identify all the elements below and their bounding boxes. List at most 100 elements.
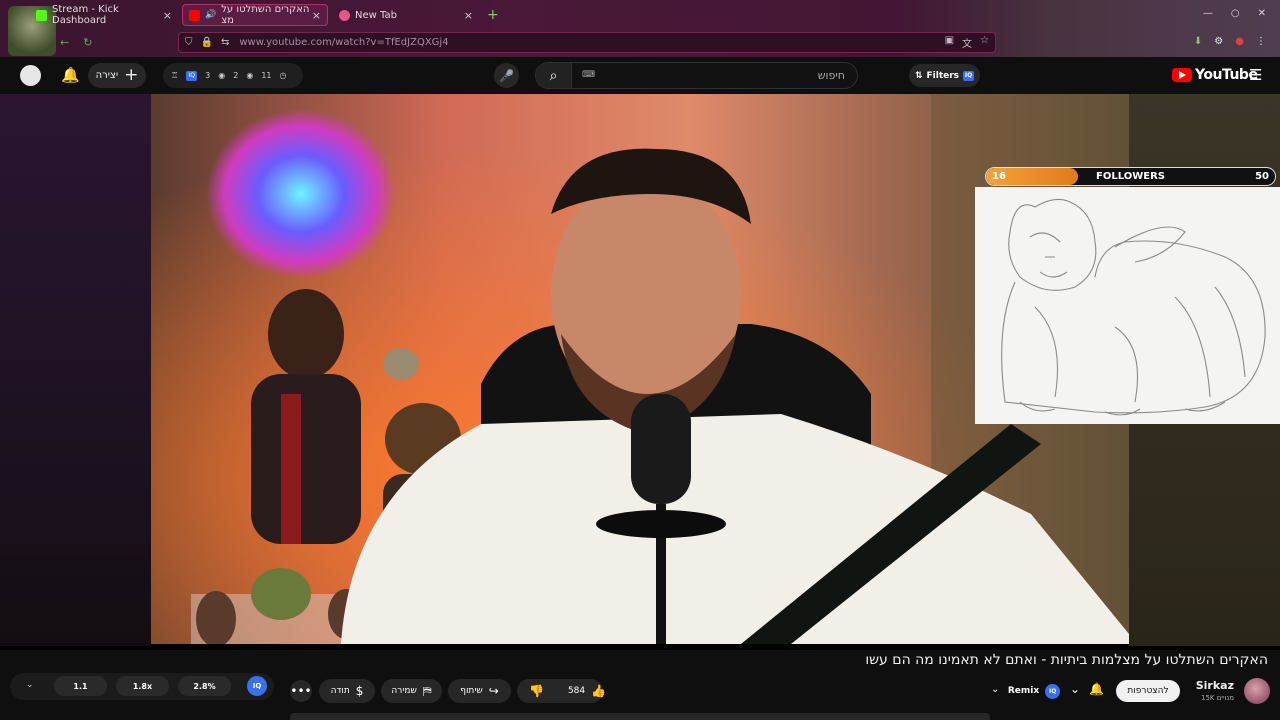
channel-avatar[interactable] [1244, 678, 1270, 704]
followers-label: FOLLOWERS [1096, 171, 1165, 182]
chevron-down-icon[interactable]: ⌄ [1070, 682, 1080, 696]
cat-sketch-drawing [1001, 198, 1266, 416]
download-icon[interactable]: ⬇ [1194, 36, 1202, 47]
translate-icon[interactable]: 文 [962, 35, 972, 50]
address-bar-right-icons: ▣ 文 ☆ [945, 35, 989, 50]
address-bar[interactable]: ⛉ 🔒 ⇆ www.youtube.com/watch?v=TfEdJZQXGj… [178, 32, 996, 53]
followers-goal: 50 [1255, 171, 1269, 182]
eye-icon: ◉ [218, 71, 226, 80]
back-arrow-icon[interactable]: ← [60, 36, 69, 49]
keyboard-icon[interactable]: ⌨ [582, 70, 595, 80]
menu-hamburger-icon[interactable]: ☰ [1249, 66, 1262, 84]
share-label: שיתוף [460, 686, 483, 696]
address-bar-left-icons: ⛉ 🔒 ⇆ [179, 37, 229, 48]
trophy-icon: ♖ [171, 71, 179, 80]
youtube-play-icon [1172, 68, 1192, 82]
eye-icon: ◉ [246, 71, 254, 80]
search-bar[interactable]: ⌕ ⌨ חיפוש [535, 62, 858, 89]
tab-kick-dashboard[interactable]: Stream - Kick Dashboard × [30, 4, 178, 26]
channel-name[interactable]: Sirkaz [1196, 679, 1234, 692]
followers-goal-bar: 16 FOLLOWERS 50 [985, 167, 1276, 186]
account-avatar[interactable] [20, 65, 41, 86]
maximize-icon[interactable]: ○ [1231, 8, 1240, 19]
stat-views-a: 3 [205, 71, 211, 80]
search-input[interactable]: חיפוש [818, 69, 845, 82]
channel-subscribers: 15K מנויים [1201, 694, 1234, 702]
extensions-menu-icon[interactable]: ⋮ [1256, 36, 1266, 47]
new-tab-favicon-icon [339, 9, 350, 21]
minimize-icon[interactable]: — [1203, 8, 1213, 19]
bookmark-icon: ⛿ [422, 683, 432, 698]
more-actions-button[interactable]: ••• [290, 680, 312, 702]
like-icon[interactable]: 👍 [591, 684, 606, 698]
iq-badge-icon: IQ [1045, 683, 1061, 699]
save-label: שמירה [391, 686, 417, 696]
youtube-header: 🔔 יצירה + ♖ IQ 3 ◉ 2 ◉ 11 ◷ 🎤 ⌕ ⌨ חיפוש … [0, 57, 1280, 94]
voice-search-mic-icon[interactable]: 🎤 [494, 63, 519, 88]
super-thanks-icon: $ [355, 684, 364, 698]
clock-icon: ◷ [279, 71, 287, 80]
share-arrow-icon: ↪ [488, 684, 499, 698]
like-dislike-group: 👎 584 👍 [517, 679, 606, 703]
tab-strip: Stream - Kick Dashboard × 🔊 האקרים השתלט… [0, 0, 1280, 30]
tab-close-icon[interactable]: × [163, 9, 172, 22]
remix-label: Remix [1007, 686, 1040, 696]
chevron-down-icon[interactable]: ⌄ [26, 680, 34, 690]
tab-close-icon[interactable]: × [464, 9, 473, 22]
kick-favicon-icon [36, 9, 47, 21]
tab-close-icon[interactable]: × [312, 9, 321, 22]
speed-chip-2[interactable]: 1.8x [116, 676, 169, 696]
extension-stats[interactable]: ♖ IQ 3 ◉ 2 ◉ 11 ◷ [163, 63, 303, 88]
tab-title: האקרים השתלטו על מצ [221, 4, 310, 26]
chevron-down-icon[interactable]: ⌄ [991, 684, 999, 695]
picture-in-picture-icon[interactable]: ▣ [945, 35, 954, 50]
tab-new-tab[interactable]: New Tab × [333, 4, 479, 26]
nav-buttons: ← ↻ [60, 36, 92, 49]
iq-badge-icon: IQ [963, 70, 975, 81]
share-button[interactable]: שיתוף ↪ [448, 679, 511, 703]
reload-icon[interactable]: ↻ [83, 36, 92, 49]
lock-icon[interactable]: 🔒 [201, 37, 213, 48]
audio-playing-icon[interactable]: 🔊 [205, 10, 216, 20]
browser-chrome: Stream - Kick Dashboard × 🔊 האקרים השתלט… [0, 0, 1280, 57]
video-title: האקרים השתלטו על מצלמות ביתיות - ואתם לא… [865, 652, 1268, 668]
speed-chip-1[interactable]: 1.1 [54, 676, 107, 696]
filters-button[interactable]: ⇅ Filters IQ [909, 64, 980, 87]
extension-icons: ⬇ ⚙ ● ⋮ [1194, 36, 1266, 47]
site-settings-icon[interactable]: ⇆ [221, 37, 229, 48]
tab-title: Stream - Kick Dashboard [52, 4, 119, 26]
stat-views-b: 2 [233, 71, 239, 80]
record-icon[interactable]: ● [1235, 36, 1244, 47]
youtube-logo[interactable]: YouTube [1172, 67, 1258, 83]
ambient-left [0, 94, 151, 646]
plus-icon: + [124, 65, 139, 85]
notification-bell-icon[interactable]: 🔔 [1089, 682, 1104, 696]
description-box-edge[interactable] [290, 713, 990, 720]
youtube-favicon-icon [189, 9, 200, 21]
stat-time: 11 [261, 71, 272, 80]
url-text[interactable]: www.youtube.com/watch?v=TfEdJZQXGj4 [239, 37, 448, 48]
bookmark-star-icon[interactable]: ☆ [980, 35, 989, 50]
window-controls: — ○ ✕ [1203, 8, 1266, 19]
filter-icon: ⇅ [914, 70, 923, 81]
speed-chip-3[interactable]: 2.8% [178, 676, 231, 696]
shield-icon[interactable]: ⛉ [185, 37, 193, 48]
extension-icon[interactable]: ⚙ [1214, 36, 1223, 47]
save-button[interactable]: שמירה ⛿ [381, 679, 442, 703]
like-count[interactable]: 584 [568, 686, 585, 696]
iq-extension-icon[interactable]: IQ [247, 676, 267, 696]
remix-button[interactable]: Remix IQ [1006, 679, 1062, 703]
create-button[interactable]: יצירה + [88, 63, 146, 88]
join-button[interactable]: להצטרפות [1116, 680, 1180, 702]
filters-label: Filters [926, 70, 960, 81]
close-window-icon[interactable]: ✕ [1258, 8, 1266, 19]
pencil-sketch-overlay [975, 187, 1280, 424]
new-tab-button[interactable]: + [487, 7, 499, 23]
thanks-button[interactable]: תודה $ [319, 679, 375, 703]
dislike-icon[interactable]: 👎 [529, 684, 544, 698]
tab-youtube-video[interactable]: 🔊 האקרים השתלטו על מצ × [182, 4, 328, 26]
search-button[interactable]: ⌕ [536, 63, 572, 88]
tab-title: New Tab [355, 9, 397, 21]
create-label: יצירה [95, 70, 119, 81]
notifications-bell-icon[interactable]: 🔔 [61, 66, 80, 84]
